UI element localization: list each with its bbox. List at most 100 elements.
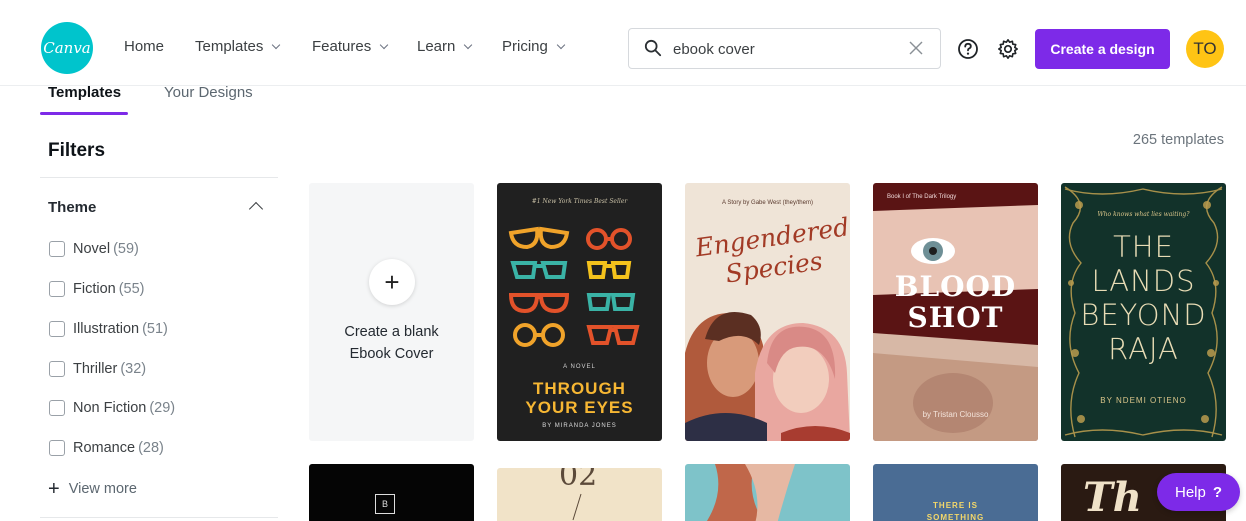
filter-novel[interactable]: Novel (59) <box>49 241 139 257</box>
cover-title-line: BLOOD <box>894 270 1017 303</box>
cover-title-line: YOUR EYES <box>525 398 634 417</box>
gear-icon[interactable] <box>997 38 1019 60</box>
nav-features-label: Features <box>312 38 372 55</box>
filter-label: Illustration <box>73 321 140 337</box>
top-navigation: Canva Home Templates Features Learn Pric… <box>0 0 1246 86</box>
create-blank-label: Create a blank Ebook Cover <box>344 324 439 362</box>
logo-text: Canva <box>43 39 91 57</box>
cover-title-line: BEYOND <box>1080 298 1207 332</box>
cover-author: BY NDEMI OTIENO <box>1100 396 1187 405</box>
filter-fiction[interactable]: Fiction (55) <box>49 281 145 297</box>
cover-title-line: LANDS <box>1091 264 1196 298</box>
glasses-illustration <box>508 226 640 347</box>
nav-home-label: Home <box>124 38 165 55</box>
cover-title-line: THE <box>1113 230 1174 264</box>
template-card[interactable]: THERE IS SOMETHING <box>873 464 1038 521</box>
template-card[interactable]: Who knows what lies waiting? THE LANDS B… <box>1061 183 1226 441</box>
cover-tagline: #1 New York Times Best Seller <box>531 198 628 205</box>
template-card[interactable]: Book I of The Dark Trilogy BLOOD SHOT by… <box>873 183 1038 441</box>
plus-icon: + <box>369 259 415 305</box>
cover-title-line: RAJA <box>1108 332 1179 366</box>
template-card[interactable] <box>685 464 850 521</box>
avatar[interactable]: TO <box>1186 30 1224 68</box>
filter-label: Novel <box>73 241 111 257</box>
chevron-up-icon[interactable] <box>248 201 264 217</box>
filter-label: Romance <box>73 440 136 456</box>
template-count: 265 templates <box>1132 132 1224 148</box>
nav-learn[interactable]: Learn <box>417 38 473 55</box>
chevron-down-icon <box>272 40 281 49</box>
nav-templates-label: Templates <box>195 38 264 55</box>
checkbox[interactable] <box>49 361 65 377</box>
view-more-label: View more <box>68 481 137 497</box>
filter-thriller[interactable]: Thriller (32) <box>49 361 146 377</box>
nav-pricing-label: Pricing <box>502 38 548 55</box>
search-bar <box>628 28 941 69</box>
plus-icon: + <box>48 478 60 500</box>
portrait-illustration <box>706 464 795 521</box>
filter-label: Fiction <box>73 281 116 297</box>
chevron-down-icon <box>464 40 473 49</box>
nav-pricing[interactable]: Pricing <box>502 38 566 55</box>
filter-count: (28) <box>138 440 164 456</box>
help-button[interactable]: Help ? <box>1157 473 1240 511</box>
template-card[interactable]: B <box>309 464 474 521</box>
cover-monogram: B <box>375 494 395 514</box>
cover-tagline: Book I of The Dark Trilogy <box>887 194 957 200</box>
filter-count: (55) <box>118 281 145 297</box>
slash-decoration <box>572 493 582 521</box>
cover-text-line: THERE IS <box>933 501 978 510</box>
cover-author: BY MIRANDA JONES <box>542 423 617 429</box>
canva-logo[interactable]: Canva <box>41 22 93 74</box>
tab-templates[interactable]: Templates <box>48 84 121 101</box>
cover-tagline: Who knows what lies waiting? <box>1097 211 1190 218</box>
template-card[interactable]: A Story by Gabe West (they/them) Engende… <box>685 183 850 441</box>
cover-label: A NOVEL <box>563 364 596 370</box>
nav-learn-label: Learn <box>417 38 456 55</box>
nav-home[interactable]: Home <box>124 38 164 55</box>
cover-title: THROUGH YOUR EYES <box>497 379 662 417</box>
chevron-down-icon <box>379 40 389 49</box>
cover-title-line: SHOT <box>907 301 1004 334</box>
template-card[interactable]: 02 <box>497 468 662 521</box>
filter-count: (32) <box>120 361 147 377</box>
filter-count: (29) <box>149 400 176 416</box>
checkbox[interactable] <box>49 400 65 416</box>
close-icon[interactable] <box>908 40 924 56</box>
theme-section-title[interactable]: Theme <box>48 199 96 216</box>
checkbox[interactable] <box>49 321 65 337</box>
divider <box>40 177 278 178</box>
search-icon <box>644 39 662 57</box>
filters-title: Filters <box>48 140 106 161</box>
filter-non-fiction[interactable]: Non Fiction (29) <box>49 400 175 416</box>
checkbox[interactable] <box>49 440 65 456</box>
cover-title: Engendered Species <box>694 212 850 293</box>
template-card[interactable]: #1 New York Times Best Seller A NOVEL TH… <box>497 183 662 441</box>
cover-title: THE LANDS BEYOND RAJA <box>1061 230 1226 366</box>
nav-features[interactable]: Features <box>312 38 389 55</box>
nav-templates[interactable]: Templates <box>195 38 281 55</box>
filter-label: Non Fiction <box>73 400 147 416</box>
view-more-link[interactable]: + View more <box>48 478 137 500</box>
question-icon: ? <box>1212 483 1223 501</box>
filter-romance[interactable]: Romance (28) <box>49 440 164 456</box>
filter-label: Thriller <box>73 361 118 377</box>
cover-title-line: THROUGH <box>533 379 626 398</box>
cover-text-line: SOMETHING <box>926 513 985 521</box>
search-input[interactable] <box>673 39 893 59</box>
checkbox[interactable] <box>49 281 65 297</box>
cover-title: BLOOD SHOT <box>873 271 1038 333</box>
filter-count: (59) <box>113 241 139 257</box>
checkbox[interactable] <box>49 241 65 257</box>
divider <box>40 517 278 518</box>
tab-your-designs[interactable]: Your Designs <box>164 84 253 101</box>
help-label: Help <box>1174 483 1206 501</box>
active-tab-indicator <box>40 112 128 115</box>
create-blank-card[interactable]: + Create a blank Ebook Cover <box>309 183 474 441</box>
create-design-button[interactable]: Create a design <box>1035 29 1170 69</box>
cover-tagline: A Story by Gabe West (they/them) <box>722 200 813 206</box>
question-circle-icon[interactable] <box>957 38 979 60</box>
cover-text: THERE IS SOMETHING <box>873 500 1038 521</box>
filter-illustration[interactable]: Illustration (51) <box>49 321 168 337</box>
chevron-down-icon <box>556 40 566 49</box>
